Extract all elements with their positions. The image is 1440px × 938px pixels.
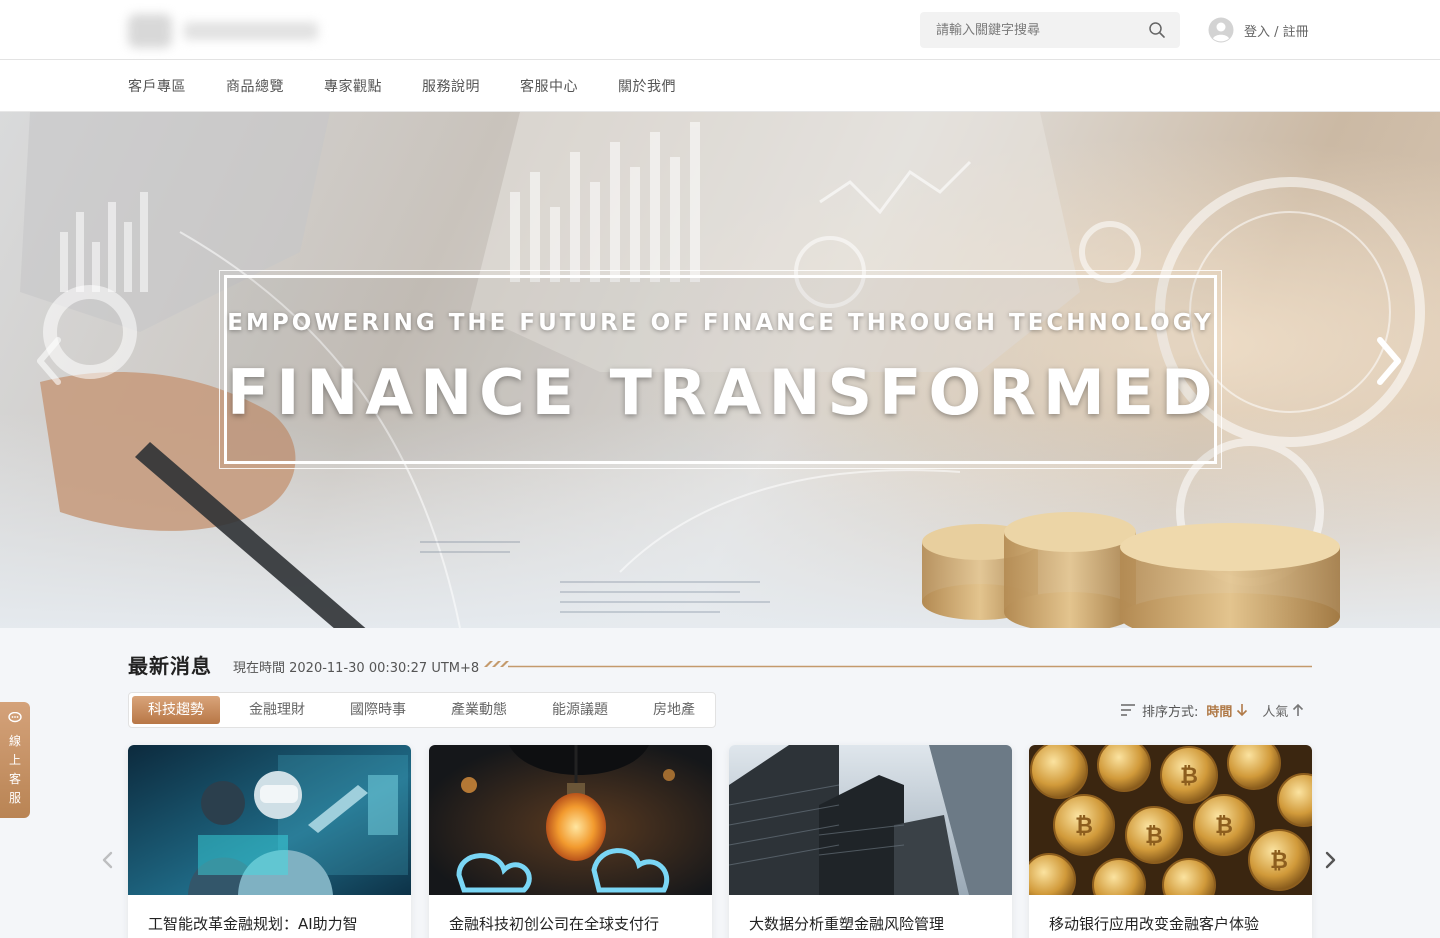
nav-item-products[interactable]: 商品總覽	[226, 76, 284, 96]
user-area: 登入 / 註冊	[1208, 16, 1309, 44]
top-header: 登入 / 註冊	[0, 0, 1440, 60]
online-support-label: 線上客服	[8, 734, 21, 805]
svg-text:₿: ₿	[1075, 814, 1093, 839]
vr-technology-image	[128, 745, 411, 895]
current-time: 現在時間 2020-11-30 00:30:27 UTM+8	[233, 661, 480, 676]
chat-bubble-icon	[8, 712, 22, 723]
news-card[interactable]: 金融科技初创公司在全球支付行	[429, 745, 712, 938]
tab-energy[interactable]: 能源議題	[536, 696, 624, 724]
nav-item-support[interactable]: 客服中心	[520, 76, 578, 96]
news-card-title: 工智能改革金融规划：AI助力智	[148, 915, 358, 933]
news-card-title: 大数据分析重塑金融风险管理	[749, 915, 945, 933]
sort-lines-icon	[1121, 704, 1135, 716]
cards-prev-arrow-icon[interactable]	[100, 850, 116, 870]
news-card[interactable]: 工智能改革金融规划：AI助力智	[128, 745, 411, 938]
sort-label: 排序方式:	[1142, 704, 1199, 720]
logo-mark	[128, 14, 172, 48]
tab-finance[interactable]: 金融理財	[233, 696, 321, 724]
site-logo[interactable]	[128, 12, 320, 50]
arrow-down-icon	[1237, 704, 1248, 717]
cards-next-arrow-icon[interactable]	[1322, 850, 1338, 870]
sort-by-time-button[interactable]: 時間	[1206, 701, 1248, 720]
news-card[interactable]: ₿ ₿ ₿ ₿ ₿ 移动银行应用改变金融客户体验	[1029, 745, 1312, 938]
nav-item-about[interactable]: 關於我們	[618, 76, 676, 96]
svg-text:₿: ₿	[1215, 814, 1233, 839]
tab-tech-trends[interactable]: 科技趨勢	[132, 696, 220, 724]
news-card[interactable]: 大数据分析重塑金融风险管理	[729, 745, 1012, 938]
arrow-up-icon	[1293, 703, 1304, 716]
tab-world-news[interactable]: 國際時事	[334, 696, 422, 724]
tab-industry[interactable]: 產業動態	[435, 696, 523, 724]
svg-text:₿: ₿	[1180, 764, 1198, 789]
login-register-link[interactable]: 登入 / 註冊	[1244, 21, 1309, 40]
tab-real-estate[interactable]: 房地產	[637, 696, 711, 724]
sort-by-popularity-button[interactable]: 人氣	[1262, 701, 1304, 720]
light-bulb-image	[429, 745, 712, 895]
nav-item-expert-views[interactable]: 專家觀點	[324, 76, 382, 96]
online-support-tab[interactable]: 線上客服	[0, 702, 30, 818]
bitcoin-coins-image: ₿ ₿ ₿ ₿ ₿	[1029, 745, 1312, 895]
search-icon[interactable]	[1148, 21, 1166, 39]
news-card-title: 移动银行应用改变金融客户体验	[1049, 915, 1260, 933]
svg-text:₿: ₿	[1145, 824, 1163, 849]
section-divider	[484, 661, 1312, 668]
hero-title: FINANCE TRANSFORMED	[227, 356, 1220, 429]
hero-next-arrow-icon[interactable]	[1372, 334, 1406, 388]
news-header: 最新消息 現在時間 2020-11-30 00:30:27 UTM+8	[128, 650, 1312, 680]
user-avatar-icon[interactable]	[1208, 17, 1234, 43]
main-nav: 客戶專區 商品總覽 專家觀點 服務說明 客服中心 關於我們	[0, 60, 1440, 112]
hero-headline-frame: EMPOWERING THE FUTURE OF FINANCE THROUGH…	[219, 270, 1222, 469]
nav-item-services[interactable]: 服務說明	[422, 76, 480, 96]
hero-subtitle: EMPOWERING THE FUTURE OF FINANCE THROUGH…	[227, 310, 1214, 336]
news-card-title: 金融科技初创公司在全球支付行	[449, 915, 660, 933]
hero-banner: EMPOWERING THE FUTURE OF FINANCE THROUGH…	[0, 112, 1440, 628]
nav-item-client-zone[interactable]: 客戶專區	[128, 76, 186, 96]
skyscrapers-image	[729, 745, 1012, 895]
logo-wordmark	[184, 22, 318, 40]
sort-control: 排序方式: 時間 人氣	[1120, 700, 1304, 720]
svg-text:₿: ₿	[1270, 849, 1288, 874]
hero-prev-arrow-icon[interactable]	[32, 334, 66, 388]
news-section-title: 最新消息	[128, 654, 212, 678]
news-category-tabs: 科技趨勢 金融理財 國際時事 產業動態 能源議題 房地產	[128, 692, 716, 728]
sort-time-label: 時間	[1206, 704, 1233, 720]
search-box	[920, 12, 1180, 48]
search-input[interactable]	[920, 12, 1140, 48]
sort-popularity-label: 人氣	[1262, 704, 1289, 720]
